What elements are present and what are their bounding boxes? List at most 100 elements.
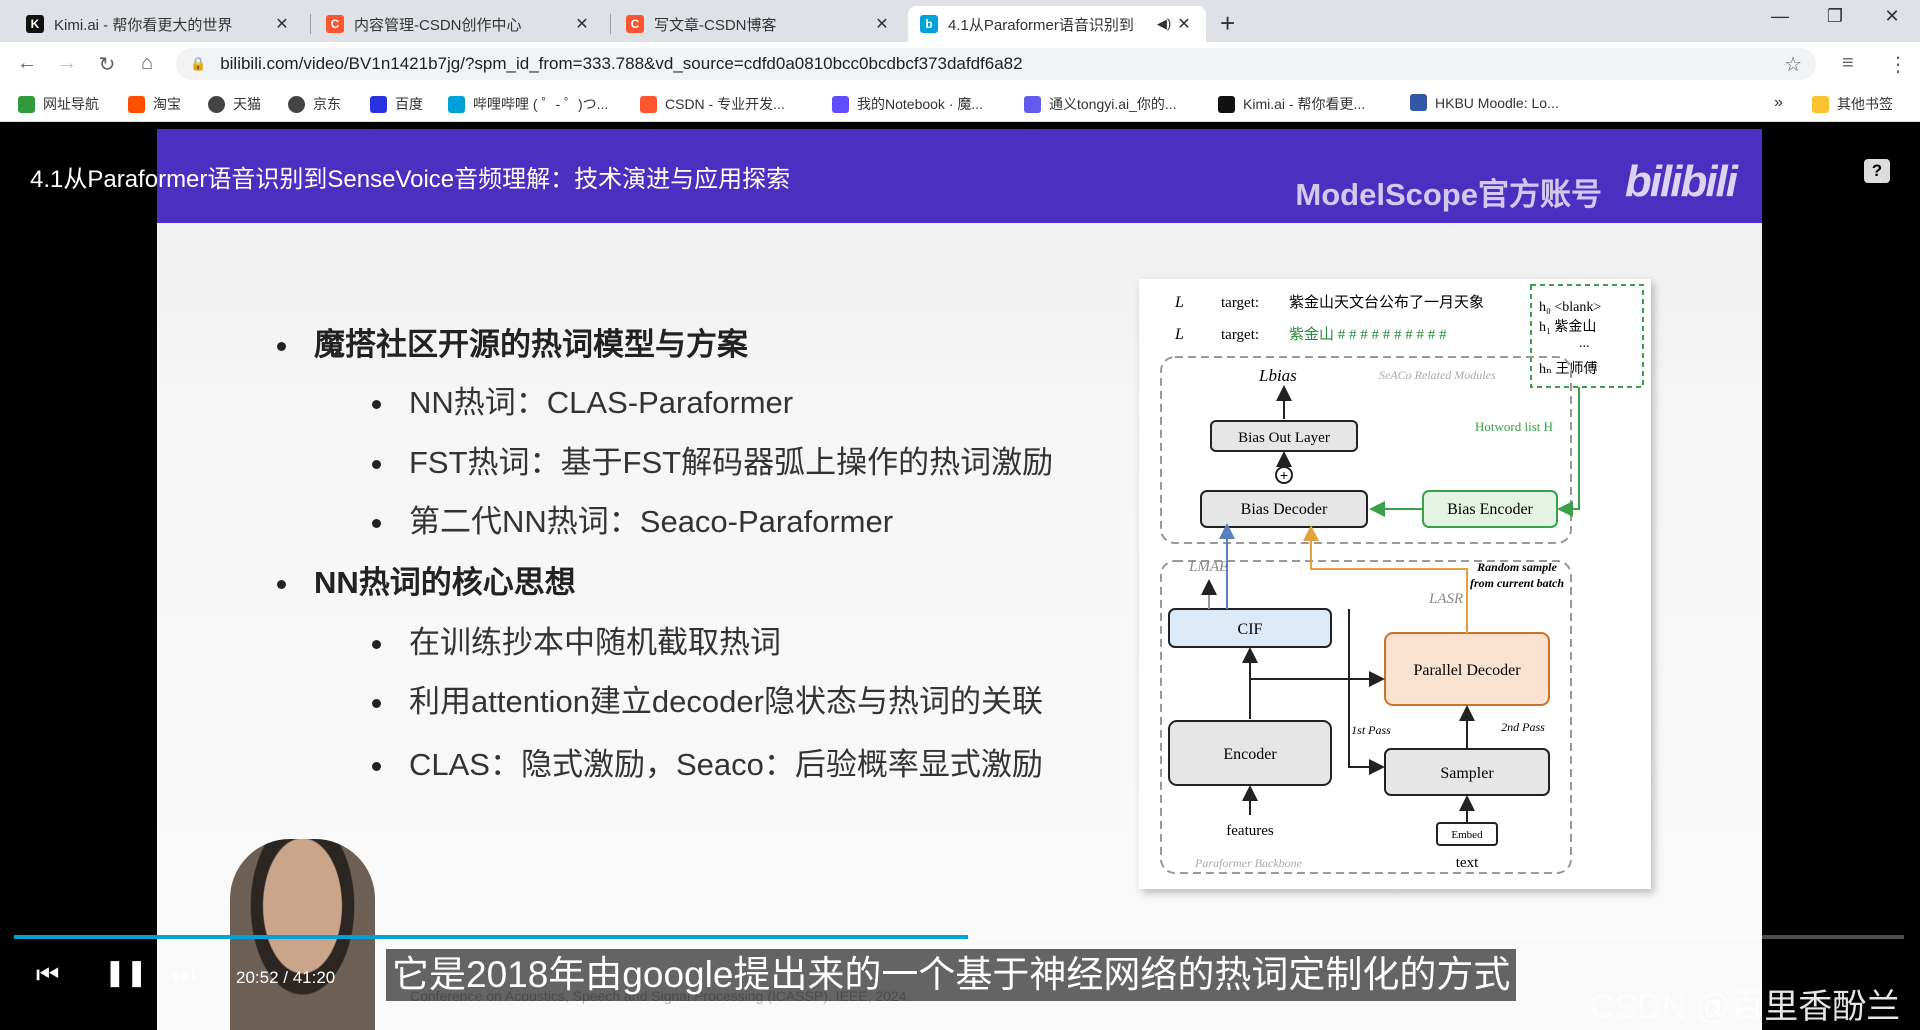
pause-icon[interactable]: ❚❚ — [104, 957, 148, 988]
tab-title: Kimi.ai - 帮你看更大的世界 — [54, 16, 233, 34]
modelscope-brand: ModelScope官方账号 — [1295, 177, 1602, 212]
tab-title: 内容管理-CSDN创作中心 — [354, 16, 522, 34]
reading-list-icon[interactable]: ≡ — [1842, 52, 1854, 75]
bookmark-label: 天猫 — [233, 96, 261, 112]
bookmark-item[interactable]: 哔哩哔哩 ( ゜- ゜)つ... — [448, 94, 608, 114]
tab-title: 4.1从Paraformer语音识别到 — [948, 16, 1134, 34]
globe-icon — [208, 95, 225, 113]
diagram-svg: L target: 紫金山天文台公布了一月天象 L target: 紫金山 # … — [1160, 284, 1644, 874]
speaker-icon[interactable]: ◀) — [1154, 16, 1174, 32]
restore-icon[interactable]: ❐ — [1805, 6, 1865, 27]
back-icon[interactable]: ← — [12, 52, 42, 75]
bookmark-label: 京东 — [313, 96, 341, 112]
progress-bar[interactable] — [14, 935, 1904, 939]
close-icon[interactable]: ✕ — [872, 14, 892, 34]
bookmark-item[interactable]: Kimi.ai - 帮你看更... — [1218, 94, 1365, 114]
tab-csdn-content[interactable]: C 内容管理-CSDN创作中心 ✕ — [314, 6, 604, 42]
bookmark-item[interactable]: 网址导航 — [18, 94, 99, 114]
video-title: 4.1从Paraformer语音识别到SenseVoice音频理解：技术演进与应… — [30, 166, 791, 193]
kimi-icon — [1218, 95, 1235, 113]
second-pass-label: 2nd Pass — [1501, 720, 1545, 734]
lbias-loss: Lbias — [1258, 366, 1297, 385]
bookmark-label: 我的Notebook · 魔... — [857, 96, 984, 112]
bookmark-item[interactable]: 天猫 — [208, 94, 261, 114]
lock-icon[interactable]: 🔒 — [190, 56, 206, 72]
previous-icon[interactable]: ⏮ — [36, 959, 59, 991]
bookmark-item[interactable]: CSDN - 专业开发... — [640, 94, 785, 114]
cif-label: CIF — [1238, 621, 1263, 638]
lasr-symbol: L — [1174, 294, 1184, 311]
home-icon[interactable]: ⌂ — [132, 52, 162, 75]
bullet-item: FST热词：基于FST解码器弧上操作的热词激励 — [372, 437, 1053, 482]
bookmark-label: 通义tongyi.ai_你的... — [1049, 96, 1177, 112]
taobao-icon — [128, 95, 145, 113]
backbone-label: Paraformer Backbone — [1194, 856, 1303, 870]
first-pass-label: 1st Pass — [1351, 723, 1391, 737]
forward-icon[interactable]: → — [52, 52, 82, 75]
bullet-item: 在训练抄本中随机截取热词 — [372, 617, 781, 662]
bookmark-item[interactable]: 淘宝 — [128, 94, 181, 114]
bullet-item: 利用attention建立decoder隐状态与热词的关联 — [372, 676, 1043, 721]
bookmarks-bar: 网址导航 淘宝 天猫 京东 百度 哔哩哔哩 ( ゜- ゜)つ... CSDN -… — [0, 86, 1920, 122]
lasr-target-label: target: — [1221, 295, 1259, 311]
video-player[interactable]: ModelScope官方账号 bilibili 魔搭社区开源的热词模型与方案 N… — [0, 123, 1920, 1030]
tab-csdn-write[interactable]: C 写文章-CSDN博客 ✕ — [614, 6, 904, 42]
bullet-heading: 魔搭社区开源的热词模型与方案 — [277, 319, 748, 364]
reload-icon[interactable]: ↻ — [92, 52, 122, 77]
baidu-icon — [370, 95, 387, 113]
browser-toolbar: ← → ↻ ⌂ 🔒 bilibili.com/video/BV1n1421b7j… — [0, 42, 1920, 86]
slide: ModelScope官方账号 bilibili 魔搭社区开源的热词模型与方案 N… — [157, 129, 1762, 1030]
bilibili-icon: b — [920, 15, 938, 33]
folder-icon — [1812, 95, 1829, 113]
sampler-label: Sampler — [1440, 765, 1494, 782]
close-icon[interactable]: ✕ — [1174, 14, 1194, 34]
random-sample-label: from current batch — [1470, 576, 1564, 590]
video-subtitle: 它是2018年由google提出来的一个基于神经网络的热词定制化的方式 — [386, 949, 1517, 1001]
encoder-label: Encoder — [1223, 746, 1277, 763]
tab-kimi[interactable]: K Kimi.ai - 帮你看更大的世界 ✕ — [14, 6, 304, 42]
text-input-label: text — [1456, 855, 1479, 871]
globe-icon — [288, 95, 305, 113]
bookmark-item[interactable]: 百度 — [370, 94, 423, 114]
tab-strip: K Kimi.ai - 帮你看更大的世界 ✕ C 内容管理-CSDN创作中心 ✕… — [0, 0, 1920, 42]
bookmark-label: 淘宝 — [153, 96, 181, 112]
address-bar[interactable]: 🔒 bilibili.com/video/BV1n1421b7jg/?spm_i… — [176, 48, 1816, 80]
more-bookmarks-button[interactable]: » — [1774, 94, 1783, 112]
bookmark-item[interactable]: HKBU Moodle: Lo... — [1410, 94, 1559, 111]
bookmark-item[interactable]: 我的Notebook · 魔... — [832, 94, 983, 114]
bullet-item: 第二代NN热词：Seaco-Paraformer — [372, 496, 893, 541]
new-tab-button[interactable]: + — [1220, 8, 1235, 39]
modelscope-icon — [832, 95, 849, 113]
bullet-item: NN热词：CLAS-Paraformer — [372, 377, 793, 422]
lasr-target-text: 紫金山天文台公布了一月天象 — [1289, 294, 1484, 311]
bilibili-logo: bilibili — [1624, 157, 1738, 206]
bookmark-label: 网址导航 — [43, 96, 99, 112]
other-bookmarks[interactable]: 其他书签 — [1812, 94, 1893, 114]
bookmark-item[interactable]: 京东 — [288, 94, 341, 114]
svg-text:+: + — [1280, 467, 1288, 483]
features-label: features — [1226, 823, 1274, 839]
bookmark-label: 其他书签 — [1837, 96, 1893, 112]
bookmark-label: CSDN - 专业开发... — [665, 96, 785, 112]
hotword-item: h₁ 紫金山 — [1539, 319, 1596, 335]
next-icon[interactable]: ⏭ — [172, 959, 195, 991]
csdn-icon: C — [626, 15, 644, 33]
bullet-item: CLAS：隐式激励，Seaco：后验概率显式激励 — [372, 739, 1043, 784]
parallel-decoder-label: Parallel Decoder — [1413, 662, 1521, 679]
tab-bilibili[interactable]: b 4.1从Paraformer语音识别到 ◀) ✕ — [908, 6, 1206, 42]
seaco-paraformer-diagram: L target: 紫金山天文台公布了一月天象 L target: 紫金山 # … — [1139, 279, 1651, 889]
csdn-icon: C — [326, 15, 344, 33]
close-icon[interactable]: ✕ — [572, 14, 592, 34]
tab-divider — [310, 14, 311, 34]
bookmark-star-icon[interactable]: ☆ — [1784, 52, 1802, 77]
tongyi-icon — [1024, 95, 1041, 113]
close-icon[interactable]: ✕ — [272, 14, 292, 34]
bookmark-label: HKBU Moodle: Lo... — [1435, 94, 1559, 111]
close-window-icon[interactable]: ✕ — [1862, 6, 1920, 27]
bilibili-icon — [448, 95, 465, 113]
bookmark-item[interactable]: 通义tongyi.ai_你的... — [1024, 94, 1177, 114]
minimize-icon[interactable]: — — [1750, 6, 1810, 27]
lbias-target-text: 紫金山 # # # # # # # # # # — [1289, 326, 1447, 343]
help-icon[interactable]: ? — [1864, 159, 1890, 183]
menu-icon[interactable]: ⋮ — [1888, 52, 1908, 77]
